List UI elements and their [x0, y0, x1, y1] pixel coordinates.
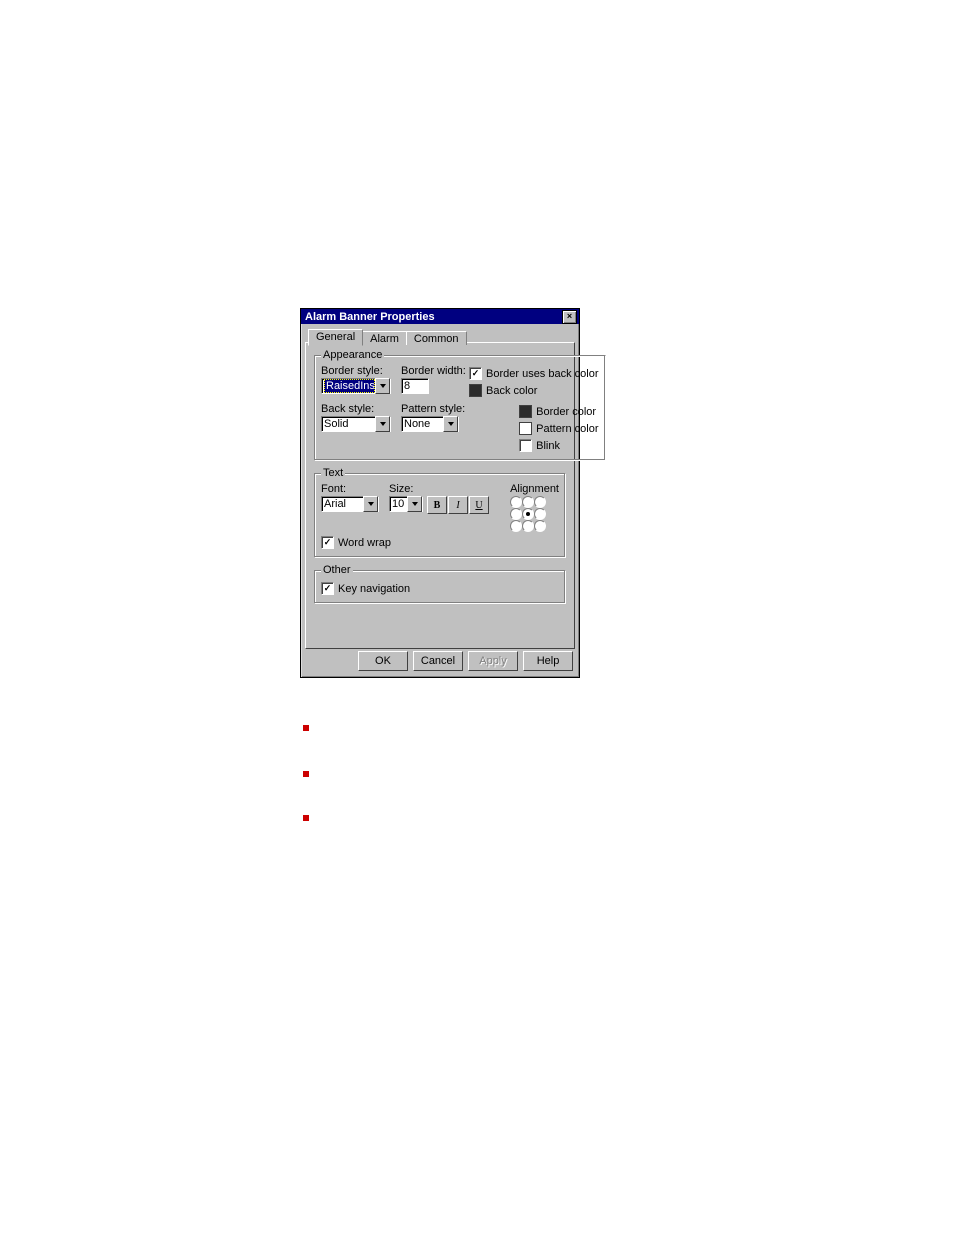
- other-group: Other Key navigation: [314, 564, 566, 604]
- back-style-label: Back style:: [321, 403, 391, 415]
- back-style-combo[interactable]: Solid: [321, 416, 391, 432]
- font-label: Font:: [321, 483, 379, 495]
- alarm-banner-properties-dialog: Alarm Banner Properties × General Alarm …: [300, 308, 580, 678]
- pattern-color-icon: [519, 422, 532, 435]
- alignment-grid: [510, 496, 559, 532]
- key-navigation-checkbox[interactable]: Key navigation: [321, 582, 559, 595]
- bullet-icon: [303, 725, 309, 731]
- word-wrap-checkbox[interactable]: Word wrap: [321, 536, 559, 549]
- font-combo[interactable]: Arial: [321, 496, 379, 512]
- align-tl-radio[interactable]: [510, 496, 522, 508]
- border-style-combo[interactable]: RaisedInset: [321, 378, 391, 394]
- tab-alarm[interactable]: Alarm: [362, 331, 407, 345]
- align-tc-radio[interactable]: [522, 496, 534, 508]
- apply-button[interactable]: Apply: [468, 651, 518, 671]
- align-bc-radio[interactable]: [522, 520, 534, 532]
- border-uses-back-color-checkbox[interactable]: Border uses back color: [469, 367, 599, 380]
- underline-button[interactable]: U: [469, 496, 489, 514]
- close-button[interactable]: ×: [562, 310, 577, 324]
- tab-strip: General Alarm Common: [308, 329, 576, 345]
- align-mc-radio[interactable]: [522, 508, 534, 520]
- chevron-down-icon: [375, 378, 390, 394]
- chevron-down-icon: [375, 416, 390, 432]
- appearance-group: Appearance Border style: RaisedInset Bor…: [314, 349, 606, 461]
- close-icon: ×: [567, 312, 572, 321]
- chevron-down-icon: [443, 416, 458, 432]
- align-ml-radio[interactable]: [510, 508, 522, 520]
- ok-button[interactable]: OK: [358, 651, 408, 671]
- align-mr-radio[interactable]: [534, 508, 546, 520]
- other-legend: Other: [321, 564, 353, 576]
- tab-panel-general: Appearance Border style: RaisedInset Bor…: [305, 342, 575, 649]
- border-width-label: Border width:: [401, 365, 459, 377]
- cancel-button[interactable]: Cancel: [413, 651, 463, 671]
- size-label: Size:: [389, 483, 490, 495]
- tab-general[interactable]: General: [308, 329, 363, 346]
- bold-button[interactable]: B: [427, 496, 447, 514]
- chevron-down-icon: [363, 496, 378, 512]
- dialog-title: Alarm Banner Properties: [303, 311, 435, 323]
- help-button[interactable]: Help: [523, 651, 573, 671]
- border-color-swatch[interactable]: Border color: [519, 405, 598, 418]
- appearance-legend: Appearance: [321, 349, 384, 361]
- text-group: Text Font: Arial Size: 10: [314, 467, 566, 558]
- blink-checkbox[interactable]: Blink: [519, 439, 598, 452]
- back-color-icon: [469, 384, 482, 397]
- border-style-label: Border style:: [321, 365, 391, 377]
- tab-common[interactable]: Common: [406, 331, 467, 345]
- back-color-swatch[interactable]: Back color: [469, 384, 599, 397]
- chevron-down-icon: [407, 496, 422, 512]
- alignment-label: Alignment: [510, 483, 559, 495]
- italic-button[interactable]: I: [448, 496, 468, 514]
- border-color-icon: [519, 405, 532, 418]
- pattern-style-combo[interactable]: None: [401, 416, 459, 432]
- align-br-radio[interactable]: [534, 520, 546, 532]
- dialog-buttons: OK Cancel Apply Help: [358, 651, 573, 671]
- title-bar: Alarm Banner Properties ×: [301, 309, 579, 324]
- bullet-icon: [303, 815, 309, 821]
- pattern-style-label: Pattern style:: [401, 403, 459, 415]
- align-bl-radio[interactable]: [510, 520, 522, 532]
- text-legend: Text: [321, 467, 345, 479]
- pattern-color-swatch[interactable]: Pattern color: [519, 422, 598, 435]
- size-combo[interactable]: 10: [389, 496, 423, 512]
- border-width-input[interactable]: 8: [401, 378, 429, 394]
- bullet-icon: [303, 771, 309, 777]
- align-tr-radio[interactable]: [534, 496, 546, 508]
